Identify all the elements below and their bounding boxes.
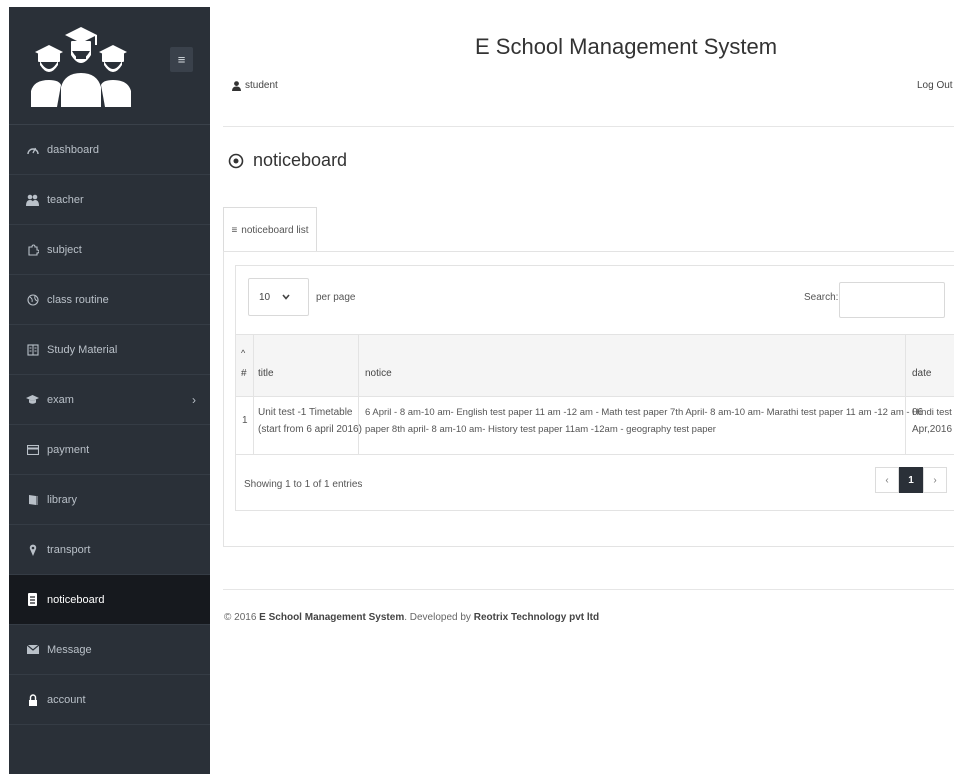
header-divider [223,126,954,127]
graduates-logo-icon [31,27,131,107]
sidebar-item-subject[interactable]: subject [9,225,210,275]
dot-circle-icon [228,153,244,168]
cell-title-line2: (start from 6 april 2016) [258,424,362,435]
footer-divider [223,589,954,590]
book-icon [26,343,39,356]
cell-notice-line2: paper 8th april- 8 am-10 am- History tes… [365,424,716,435]
envelope-icon [26,643,39,656]
column-header-notice[interactable]: notice [365,368,392,379]
tab-label: noticeboard list [241,224,309,236]
tab-noticeboard-list[interactable]: ≡ noticeboard list [223,207,317,252]
footer-prefix: © 2016 [224,612,260,623]
sidebar-item-label: subject [47,243,82,256]
sidebar-item-exam[interactable]: exam › [9,375,210,425]
list-icon: ≡ [231,224,238,236]
search-input[interactable] [839,282,945,318]
clipboard-icon [26,593,39,606]
library-icon [26,493,39,506]
hamburger-icon: ≡ [177,52,186,67]
sidebar-item-transport[interactable]: transport [9,525,210,575]
dashboard-icon [26,143,39,156]
cell-number: 1 [242,415,248,426]
logout-link[interactable]: Log Out { [917,80,954,91]
chevron-down-icon [282,294,290,300]
puzzle-icon [26,243,39,256]
cell-date-line1: 06 [912,407,924,418]
chevron-right-icon: › [192,392,196,407]
table-header: ^ # title notice date [236,334,954,397]
sidebar-item-account[interactable]: account [9,675,210,725]
column-header-title[interactable]: title [258,368,274,379]
footer-brand: E School Management System [259,612,405,623]
pagination-page-1[interactable]: 1 [899,467,923,493]
footer-company-link[interactable]: Reotrix Technology pvt ltd [474,612,599,623]
map-pin-icon [26,543,39,556]
sidebar-item-label: Message [47,643,92,656]
table-row[interactable]: 1 Unit test -1 Timetable (start from 6 a… [236,396,954,455]
sidebar-item-label: exam [47,393,74,406]
sidebar-item-teacher[interactable]: teacher [9,175,210,225]
sidebar-item-message[interactable]: Message [9,625,210,675]
logo-area: ≡ [9,7,210,125]
cell-notice-line1: 6 April - 8 am-10 am- English test paper… [365,407,952,418]
lock-icon [26,693,39,706]
user-icon [232,80,241,91]
entries-info: Showing 1 to 1 of 1 entries [244,479,363,490]
sidebar-item-label: noticeboard [47,593,105,606]
pagination: ‹ 1 › [875,467,947,493]
sidebar-item-label: library [47,493,77,506]
sidebar-item-label: account [47,693,86,706]
sidebar-item-label: transport [47,543,91,556]
sidebar-toggle-button[interactable]: ≡ [170,47,193,72]
graduation-cap-icon [26,393,39,406]
sidebar-item-label: class routine [47,293,109,306]
credit-card-icon [26,443,39,456]
pagination-prev-button[interactable]: ‹ [875,467,899,493]
pagination-next-button[interactable]: › [923,467,947,493]
cell-date-line2: Apr,2016 [912,424,953,435]
sidebar-item-label: Study Material [47,343,118,356]
sidebar-item-noticeboard[interactable]: noticeboard [9,575,210,625]
sidebar-item-dashboard[interactable]: dashboard [9,125,210,175]
per-page-value: 10 [259,291,271,303]
sidebar-item-study-material[interactable]: Study Material [9,325,210,375]
sidebar: ≡ dashboard teacher subject class routin… [9,7,210,774]
per-page-label: per page [316,292,356,303]
search-label: Search: [804,292,839,303]
sidebar-item-label: payment [47,443,90,456]
page-footer: © 2016 E School Management System. Devel… [224,612,599,623]
current-user[interactable]: student [232,80,278,91]
page-title-text: noticeboard [253,150,348,170]
sidebar-item-class-routine[interactable]: class routine [9,275,210,325]
username: student [245,80,278,91]
cell-title-line1: Unit test -1 Timetable [258,407,353,418]
sidebar-item-label: dashboard [47,143,99,156]
sidebar-item-library[interactable]: library [9,475,210,525]
app-title: E School Management System [475,34,778,59]
sidebar-item-payment[interactable]: payment [9,425,210,475]
column-header-date[interactable]: date [912,368,931,379]
per-page-select[interactable]: 10 [248,278,309,316]
column-header-number[interactable]: # [241,368,247,379]
sort-indicator[interactable]: ^ [241,348,245,358]
users-icon [26,193,39,206]
page-title: noticeboard [228,150,347,171]
sidebar-item-label: teacher [47,193,84,206]
footer-middle: . Developed by [404,612,474,623]
globe-icon [26,293,39,306]
